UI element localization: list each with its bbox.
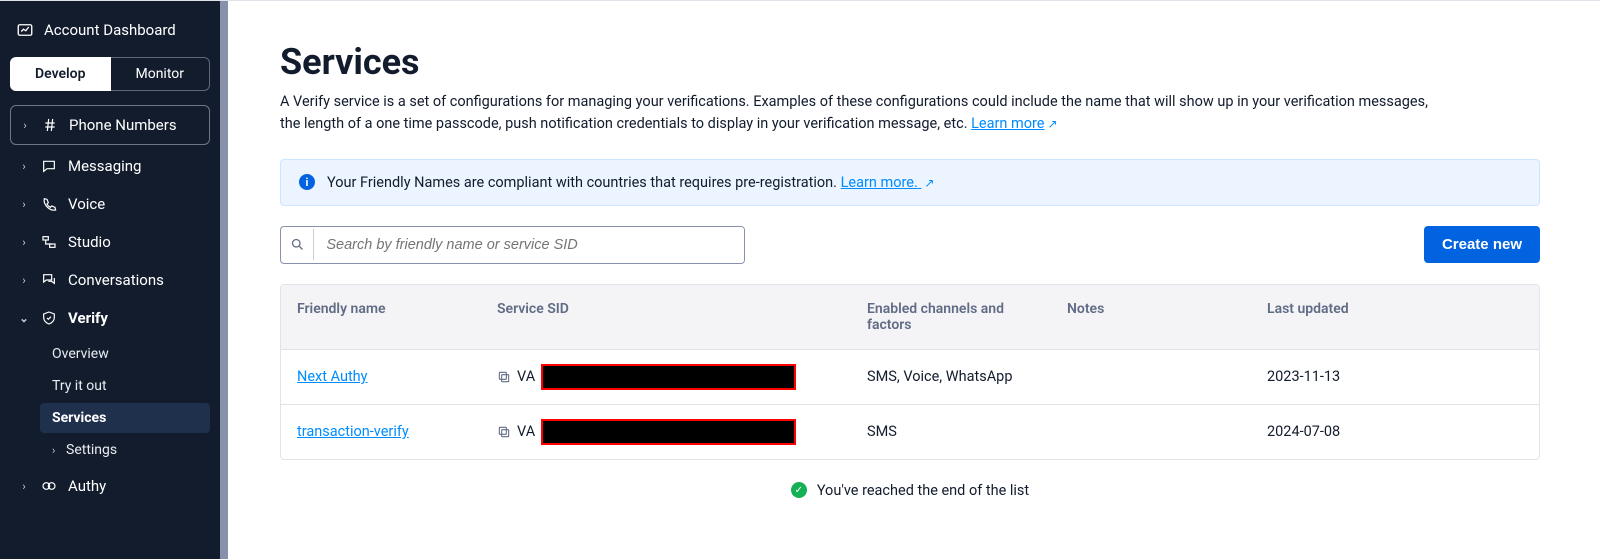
verify-subnav: Overview Try it out Services ›Settings xyxy=(10,339,210,465)
sidebar-item-conversations[interactable]: › Conversations xyxy=(10,263,210,297)
cell-updated: 2024-07-08 xyxy=(1251,409,1441,454)
search-input[interactable] xyxy=(314,227,744,263)
sidebar-item-label: Phone Numbers xyxy=(69,116,177,134)
cell-updated: 2023-11-13 xyxy=(1251,354,1441,399)
service-name-link[interactable]: transaction-verify xyxy=(297,423,409,440)
sid-redacted xyxy=(541,364,796,390)
end-of-list: ✓ You've reached the end of the list xyxy=(280,482,1540,499)
table-row: transaction-verify VA SMS 2024-07-08 xyxy=(281,405,1539,459)
external-link-icon: ↗ xyxy=(1047,115,1057,133)
chevron-right-icon: › xyxy=(18,480,30,493)
end-text: You've reached the end of the list xyxy=(817,482,1029,499)
subnav-settings[interactable]: ›Settings xyxy=(40,435,210,465)
subnav-overview[interactable]: Overview xyxy=(40,339,210,369)
sidebar: Account Dashboard Develop Monitor › Phon… xyxy=(0,1,220,559)
sidebar-item-label: Verify xyxy=(68,309,108,327)
sidebar-item-studio[interactable]: › Studio xyxy=(10,225,210,259)
sid-redacted xyxy=(541,419,796,445)
conversations-icon xyxy=(40,272,58,288)
services-table: Friendly name Service SID Enabled channe… xyxy=(280,284,1540,460)
info-icon: i xyxy=(299,174,315,190)
sidebar-item-phone-numbers[interactable]: › Phone Numbers xyxy=(10,105,210,145)
table-header: Friendly name Service SID Enabled channe… xyxy=(281,285,1539,350)
sidebar-tabs: Develop Monitor xyxy=(10,57,210,91)
main-content: Services A Verify service is a set of co… xyxy=(220,1,1600,559)
sidebar-item-label: Studio xyxy=(68,233,111,251)
page-description: A Verify service is a set of configurati… xyxy=(280,91,1450,135)
sidebar-item-voice[interactable]: › Voice xyxy=(10,187,210,221)
sidebar-item-messaging[interactable]: › Messaging xyxy=(10,149,210,183)
banner-text: Your Friendly Names are compliant with c… xyxy=(327,174,934,191)
th-notes: Notes xyxy=(1051,285,1251,349)
cell-channels: SMS, Voice, WhatsApp xyxy=(851,354,1051,399)
chevron-right-icon: › xyxy=(19,119,31,132)
sidebar-item-label: Messaging xyxy=(68,157,141,175)
banner-learn-more-link[interactable]: Learn more. ↗ xyxy=(841,174,935,191)
account-dashboard-link[interactable]: Account Dashboard xyxy=(10,13,210,53)
phone-icon xyxy=(40,196,58,212)
sidebar-item-verify[interactable]: ⌄ Verify xyxy=(10,301,210,335)
hash-icon xyxy=(41,117,59,133)
sidebar-item-label: Conversations xyxy=(68,271,164,289)
check-circle-icon: ✓ xyxy=(791,482,807,498)
chevron-right-icon: › xyxy=(18,198,30,211)
cell-notes xyxy=(1051,418,1251,446)
chevron-right-icon: › xyxy=(18,236,30,249)
th-friendly-name: Friendly name xyxy=(281,285,481,349)
cell-notes xyxy=(1051,363,1251,391)
subnav-try-it-out[interactable]: Try it out xyxy=(40,371,210,401)
external-link-icon: ↗ xyxy=(924,176,934,190)
sidebar-item-label: Voice xyxy=(68,195,105,213)
copy-icon[interactable] xyxy=(497,370,511,384)
chevron-right-icon: › xyxy=(18,160,30,173)
sidebar-item-authy[interactable]: › Authy xyxy=(10,469,210,503)
account-dashboard-label: Account Dashboard xyxy=(44,21,176,39)
th-channels: Enabled channels and factors xyxy=(851,285,1051,349)
toolbar: Create new xyxy=(280,226,1540,264)
chevron-right-icon: › xyxy=(18,274,30,287)
th-service-sid: Service SID xyxy=(481,285,851,349)
message-icon xyxy=(40,158,58,174)
table-row: Next Authy VA SMS, Voice, WhatsApp 2023-… xyxy=(281,350,1539,405)
create-new-button[interactable]: Create new xyxy=(1424,226,1540,263)
search-icon xyxy=(281,229,314,260)
subnav-services[interactable]: Services xyxy=(40,403,210,433)
search-box xyxy=(280,226,745,264)
verify-icon xyxy=(40,310,58,326)
service-name-link[interactable]: Next Authy xyxy=(297,368,368,385)
cell-channels: SMS xyxy=(851,409,1051,454)
authy-icon xyxy=(40,478,58,494)
learn-more-link[interactable]: Learn more↗ xyxy=(971,115,1057,132)
tab-monitor[interactable]: Monitor xyxy=(111,57,211,91)
studio-icon xyxy=(40,234,58,250)
tab-develop[interactable]: Develop xyxy=(10,57,111,91)
copy-icon[interactable] xyxy=(497,425,511,439)
page-title: Services xyxy=(280,41,1540,83)
info-banner: i Your Friendly Names are compliant with… xyxy=(280,159,1540,206)
th-last-updated: Last updated xyxy=(1251,285,1441,349)
sidebar-item-label: Authy xyxy=(68,477,106,495)
chevron-right-icon: › xyxy=(52,444,66,457)
sid-prefix: VA xyxy=(517,368,535,385)
chevron-down-icon: ⌄ xyxy=(18,312,30,325)
sid-prefix: VA xyxy=(517,423,535,440)
dashboard-icon xyxy=(16,21,34,39)
